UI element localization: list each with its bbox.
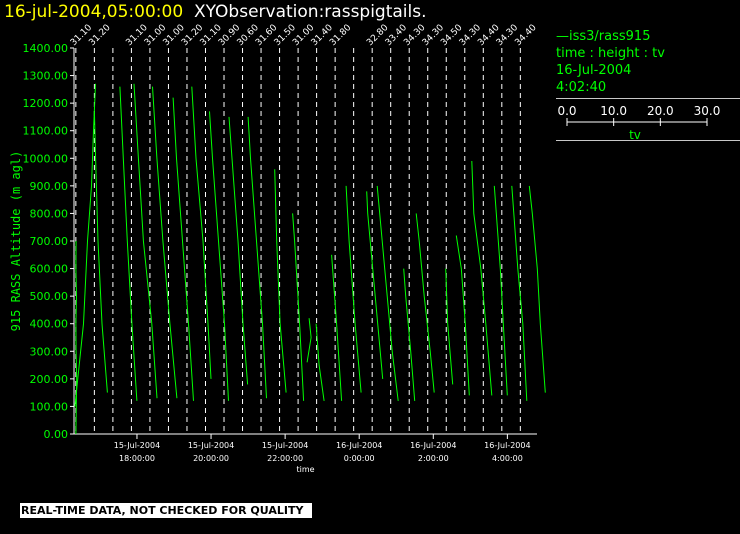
x-axis-label: time [296,465,314,474]
profile-trace [274,169,287,393]
label-layer: 0.00 100.00 200.00 300.00 400.00 500.00 600.00… [9,23,539,474]
profile-trace [93,111,108,393]
x-tick-date: 16-Jul-2004 [336,441,382,450]
y-tick-label: 1200.00 [23,97,69,110]
profile-trace [376,185,399,401]
legend: —iss3/rass915 time : height : tv 16-Jul-… [556,28,740,142]
profile-trace [209,111,229,401]
x-tick-date: 15-Jul-2004 [114,441,160,450]
profile-label: 31.20 [87,23,112,48]
x-tick-time: 4:00:00 [492,454,523,463]
y-tick-label: 1300.00 [23,70,69,83]
y-tick-label: 1000.00 [23,152,69,165]
profile-trace [471,160,493,396]
x-tick-time: 18:00:00 [119,454,155,463]
profile-trace [75,240,78,435]
quality-notice: REAL-TIME DATA, NOT CHECKED FOR QUALITY [20,503,313,518]
legend-divider [556,98,740,99]
legend-scale: 0.0 10.0 20.0 30.0tv [557,104,721,142]
scale-tick-label: 10.0 [600,104,627,118]
y-tick-label: 900.00 [30,180,69,193]
legend-series: —iss3/rass915 [556,28,740,45]
legend-divider-bottom [556,140,740,141]
y-tick-label: 200.00 [30,373,69,386]
profile-trace [345,185,362,393]
profile-trace [74,83,96,407]
profile-trace [119,86,138,401]
profile-trace [247,116,267,399]
y-tick-label: 600.00 [30,263,69,276]
profile-trace [455,235,470,396]
x-tick-date: 15-Jul-2004 [188,441,234,450]
profile-label: 31.80 [328,23,353,48]
legend-swatch: — [556,29,569,44]
x-tick-time: 0:00:00 [344,454,375,463]
profile-trace [331,254,343,401]
scale-tick-label: 20.0 [647,104,674,118]
scale-tick-label: 30.0 [694,104,721,118]
y-tick-label: 1400.00 [23,42,69,55]
y-tick-label: 300.00 [30,345,69,358]
y-tick-label: 0.00 [44,428,69,441]
profile-trace [133,83,158,399]
profile-trace [228,116,249,385]
grid-layer [75,48,521,434]
y-tick-label: 700.00 [30,235,69,248]
profile-trace [315,323,325,401]
profile-trace [415,213,435,393]
profile-trace [306,318,312,363]
x-tick-time: 20:00:00 [193,454,229,463]
y-tick-label: 100.00 [30,400,69,413]
profile-trace [493,185,508,396]
y-tick-label: 400.00 [30,318,69,331]
scale-tick-label: 0.0 [557,104,576,118]
x-tick-date: 15-Jul-2004 [262,441,308,450]
x-tick-date: 16-Jul-2004 [484,441,530,450]
series-layer [74,83,546,435]
y-tick-label: 1100.00 [23,125,69,138]
profile-trace [511,185,528,401]
legend-date: 16-Jul-2004 [556,63,632,78]
profile-trace [528,185,546,393]
legend-time: 4:02:40 [556,80,607,95]
legend-series-name: iss3/rass915 [569,29,651,44]
x-tick-time: 2:00:00 [418,454,449,463]
x-tick-date: 16-Jul-2004 [410,441,456,450]
profile-trace [152,86,178,399]
y-tick-label: 800.00 [30,207,69,220]
profile-trace [172,97,194,401]
legend-variables: time : height : tv [556,46,665,61]
x-tick-time: 22:00:00 [267,454,303,463]
y-axis-label: 915 RASS Altitude (m agl) [9,151,23,332]
axis-layer [70,47,537,439]
profile-trace [191,86,212,379]
profile-label: 34.40 [513,23,538,48]
y-tick-label: 500.00 [30,290,69,303]
